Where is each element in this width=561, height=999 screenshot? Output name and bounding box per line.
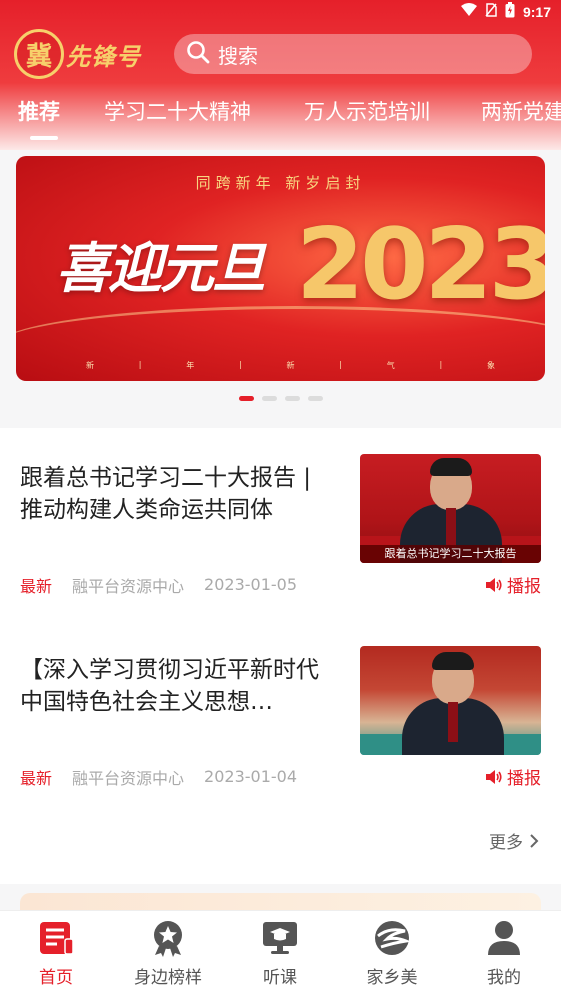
tab-demo-training[interactable]: 万人示范培训 — [304, 96, 430, 126]
banner-char: | — [339, 360, 342, 369]
status-time: 9:17 — [522, 4, 551, 20]
search-placeholder: 搜索 — [218, 43, 258, 68]
logo-seal: 冀 — [14, 29, 64, 79]
active-tab-indicator — [30, 136, 58, 140]
banner-headline: 喜迎元旦 — [56, 236, 266, 300]
banner-char: 新 — [86, 361, 94, 370]
news-meta: 最新 融平台资源中心 2023-01-04 播报 — [20, 764, 541, 789]
news-tag: 最新 — [20, 576, 53, 596]
chevron-right-icon — [530, 833, 539, 848]
news-source: 融平台资源中心 — [72, 576, 185, 596]
carousel-dot[interactable] — [307, 396, 323, 401]
nav-hometown[interactable]: 家乡美 — [342, 919, 442, 988]
wifi-icon — [460, 3, 477, 21]
nav-home[interactable]: 首页 — [6, 919, 106, 988]
nav-label: 听课 — [263, 968, 297, 988]
news-date: 2023-01-04 — [204, 767, 298, 786]
banner-char: 新 — [286, 361, 295, 370]
no-sim-icon — [485, 3, 497, 21]
broadcast-label: 播报 — [507, 769, 541, 789]
tab-party-building[interactable]: 两新党建 — [481, 96, 561, 126]
nav-profile[interactable]: 我的 — [454, 919, 554, 988]
banner-char: | — [138, 360, 142, 369]
news-item[interactable]: 【深入学习贯彻习近平新时代中国特色社会主义思想… 最新 融平台资源中心 2023… — [0, 646, 561, 820]
more-link[interactable]: 更多 — [489, 828, 539, 853]
lecture-screen-icon — [263, 922, 297, 954]
nav-lectures[interactable]: 听课 — [230, 919, 330, 988]
app-logo: 冀 先锋号 — [14, 28, 174, 80]
banner-top-line: 同跨新年 新岁启封 — [195, 174, 366, 192]
home-doc-icon — [40, 922, 74, 955]
news-date: 2023-01-05 — [204, 575, 298, 594]
nav-label: 首页 — [39, 968, 73, 988]
more-label: 更多 — [489, 833, 523, 853]
carousel-dots — [0, 396, 561, 401]
news-thumbnail[interactable]: 跟着总书记学习二十大报告 — [360, 454, 541, 563]
carousel-dot[interactable] — [261, 396, 277, 401]
search-icon — [186, 40, 210, 68]
news-item[interactable]: 跟着总书记学习二十大报告 | 推动构建人类命运共同体 跟着总书记学习二十大报告 … — [0, 454, 561, 628]
broadcast-label: 播报 — [507, 577, 541, 597]
carousel-dot[interactable] — [284, 396, 300, 401]
logo-text: 先锋号 — [66, 41, 141, 71]
speaker-icon — [486, 577, 502, 592]
carousel-dot[interactable] — [238, 396, 254, 401]
banner-char: 气 — [386, 361, 395, 370]
app-header: 9:17 冀 先锋号 搜索 推荐 学习二十大精神 万人示范培训 两新党建 — [0, 0, 561, 150]
broadcast-button[interactable]: 播报 — [485, 764, 541, 789]
battery-icon — [505, 2, 515, 22]
news-meta: 最新 融平台资源中心 2023-01-05 播报 — [20, 572, 541, 597]
broadcast-button[interactable]: 播报 — [485, 572, 541, 597]
hometown-globe-icon — [375, 921, 411, 955]
status-bar: 9:17 — [0, 0, 561, 24]
star-badge-icon — [154, 921, 182, 957]
search-input[interactable]: 搜索 — [174, 34, 532, 74]
user-icon — [488, 921, 520, 955]
tab-study-20th[interactable]: 学习二十大精神 — [104, 96, 251, 126]
bottom-nav: 首页 身边榜样 听课 家乡美 我的 — [0, 910, 561, 999]
tab-recommend[interactable]: 推荐 — [18, 96, 60, 126]
nav-role-models[interactable]: 身边榜样 — [118, 919, 218, 988]
news-title[interactable]: 跟着总书记学习二十大报告 | 推动构建人类命运共同体 — [20, 462, 340, 526]
banner-char: 象 — [486, 361, 495, 370]
banner-bottom-line: 新 | 年 | 新 | 气 | 象 — [86, 360, 495, 371]
banner-char: 年 — [186, 361, 195, 370]
promo-banner[interactable]: 同跨新年 新岁启封 喜迎元旦 2023 新 | 年 | 新 | 气 | 象 — [16, 156, 545, 381]
nav-label: 我的 — [487, 968, 521, 988]
banner-char: | — [239, 360, 242, 369]
news-tag: 最新 — [20, 768, 53, 788]
news-source: 融平台资源中心 — [72, 768, 185, 788]
banner-year: 2023 — [296, 208, 545, 322]
news-list: 跟着总书记学习二十大报告 | 推动构建人类命运共同体 跟着总书记学习二十大报告 … — [0, 428, 561, 884]
news-title[interactable]: 【深入学习贯彻习近平新时代中国特色社会主义思想… — [20, 654, 340, 718]
news-thumbnail[interactable] — [360, 646, 541, 755]
thumbnail-caption: 跟着总书记学习二十大报告 — [360, 545, 541, 563]
nav-label: 家乡美 — [366, 968, 418, 988]
speaker-icon — [486, 769, 502, 784]
category-tabs: 推荐 学习二十大精神 万人示范培训 两新党建 — [0, 92, 561, 140]
banner-char: | — [439, 360, 443, 369]
nav-label: 身边榜样 — [134, 968, 202, 988]
